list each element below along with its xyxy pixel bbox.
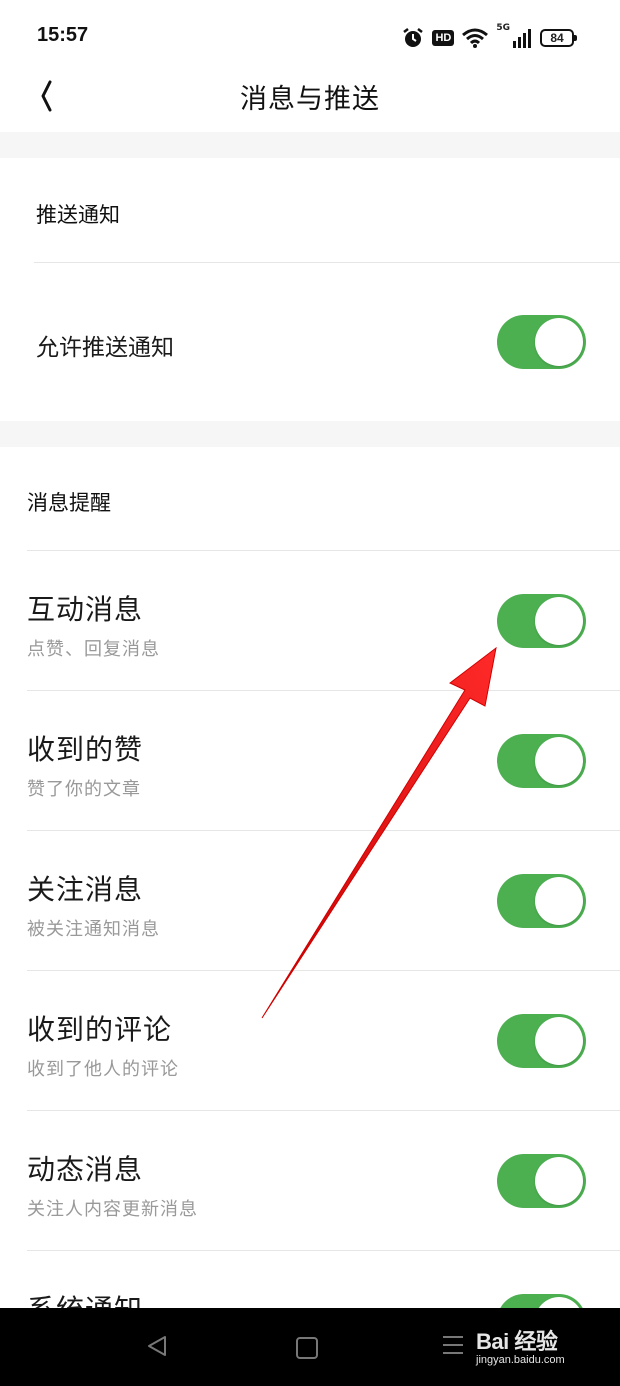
nav-home-icon[interactable] <box>296 1337 318 1359</box>
nav-back-icon[interactable] <box>146 1335 168 1357</box>
system-nav-bar: Bai 经验 jingyan.baidu.com <box>0 1308 620 1386</box>
annotation-arrow <box>261 646 497 1019</box>
watermark: Bai 经验 jingyan.baidu.com <box>476 1324 565 1366</box>
nav-menu-icon[interactable] <box>443 1336 463 1360</box>
watermark-logo: Bai 经验 <box>476 1329 558 1354</box>
watermark-url: jingyan.baidu.com <box>476 1354 565 1366</box>
